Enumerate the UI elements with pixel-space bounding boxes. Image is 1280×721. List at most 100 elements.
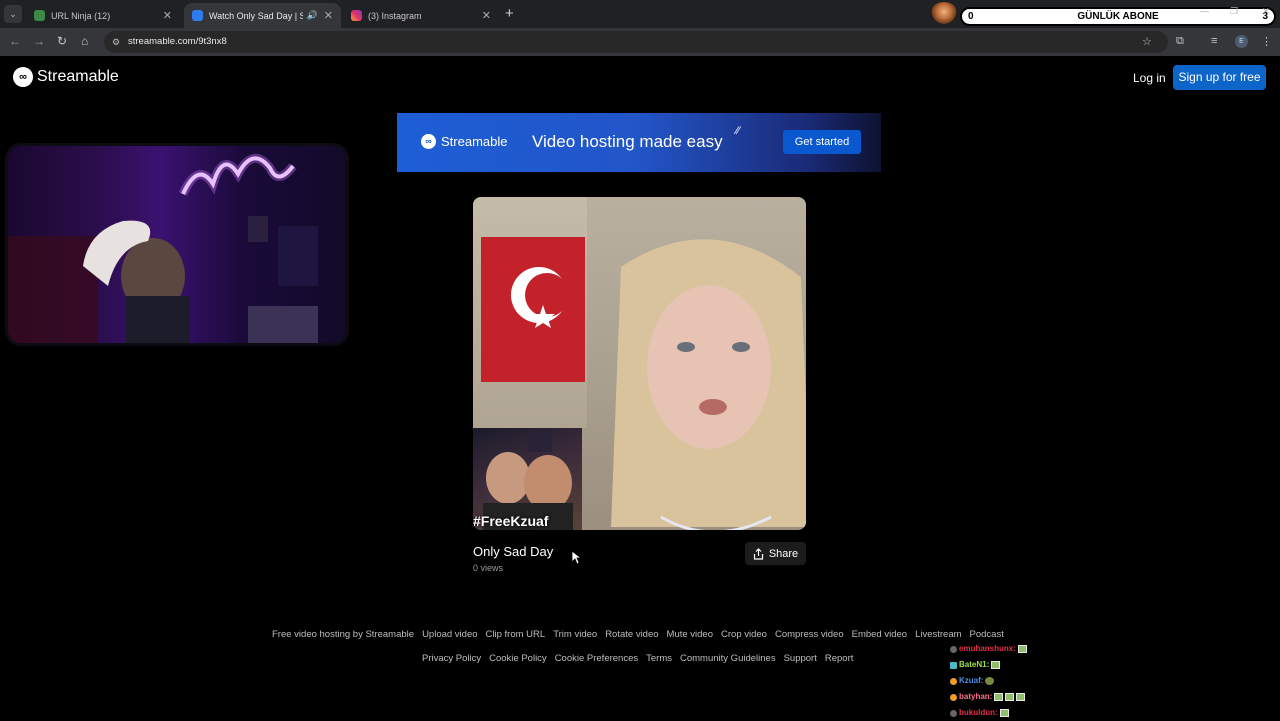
share-button[interactable]: Share	[745, 542, 806, 565]
menu-kebab-icon[interactable]: ⋮	[1261, 35, 1272, 48]
sparkle-icon: ⁄⁄	[736, 125, 740, 137]
goal-label: GÜNLÜK ABONE	[1077, 11, 1159, 22]
chat-username: BateN1:	[959, 660, 990, 669]
webcam-scene	[8, 154, 318, 343]
video-title: Only Sad Day	[473, 544, 554, 559]
profile-avatar[interactable]: E	[1235, 35, 1248, 48]
footer-link-support[interactable]: Support	[784, 653, 817, 664]
footer-link-upload[interactable]: Upload video	[422, 629, 477, 640]
banner-logo: ∞ Streamable	[421, 134, 507, 149]
footer-link-privacy[interactable]: Privacy Policy	[422, 653, 481, 664]
site-info-icon[interactable]: ⚙	[112, 37, 120, 48]
promo-banner[interactable]: ∞ Streamable Video hosting made easy ⁄⁄ …	[397, 113, 881, 172]
video-hashtag-text: #FreeKzuaf	[473, 513, 549, 529]
new-tab-button[interactable]: +	[505, 5, 514, 22]
streamer-webcam	[5, 143, 349, 346]
flag-crescent-icon	[511, 267, 569, 328]
chat-emote-icon	[1016, 693, 1026, 701]
chat-username: bukuldun:	[959, 708, 998, 717]
chat-emote-icon	[991, 661, 1001, 669]
login-link[interactable]: Log in	[1133, 71, 1166, 85]
footer-link-cookie-policy[interactable]: Cookie Policy	[489, 653, 547, 664]
chat-badge-icon	[950, 661, 957, 669]
chat-badge-icon	[950, 677, 957, 685]
share-label: Share	[768, 547, 799, 560]
streamable-icon	[192, 10, 203, 21]
footer-link-clip-url[interactable]: Clip from URL	[486, 629, 546, 640]
window-close-icon[interactable]: ✕	[1262, 6, 1270, 17]
footer-link-rotate[interactable]: Rotate video	[605, 629, 658, 640]
chat-badge-icon	[950, 645, 957, 653]
tab-search-chevron-icon[interactable]: ⌄	[4, 5, 22, 23]
instagram-icon	[351, 10, 362, 21]
streamable-logo-icon: ∞	[13, 67, 33, 87]
minimize-icon[interactable]: —	[1200, 6, 1209, 16]
footer-link-embed[interactable]: Embed video	[852, 629, 907, 640]
close-tab-icon[interactable]: ✕	[482, 9, 491, 22]
video-player[interactable]: #FreeKzuaf	[473, 197, 806, 530]
extensions-icon[interactable]: ⧉	[1176, 35, 1184, 48]
chat-username: batyhan:	[959, 692, 993, 701]
banner-brand: Streamable	[441, 134, 508, 149]
video-person-image	[611, 239, 806, 530]
chat-message: bukuldun:	[950, 705, 1070, 721]
chat-username: emuhanshunx:	[959, 644, 1016, 653]
close-tab-icon[interactable]: ✕	[324, 9, 333, 22]
stream-chat-overlay: emuhanshunx: BateN1: Kzuaf: batyhan: buk…	[950, 641, 1070, 721]
back-icon[interactable]: ←	[9, 34, 21, 48]
chat-message: emuhanshunx:	[950, 641, 1070, 657]
tab-title: URL Ninja (12)	[51, 10, 111, 21]
speaker-icon[interactable]: 🔊	[307, 10, 318, 21]
url-ninja-icon	[34, 10, 45, 21]
chat-badge-icon	[950, 693, 957, 701]
streamer-mascot-icon	[930, 2, 958, 26]
reload-icon[interactable]: ↻	[57, 34, 67, 48]
browser-toolbar: ← → ↻ ⌂ ⚙ streamable.com/9t3nx8 ☆ ⧉ ≡ ⋮	[0, 28, 1280, 56]
footer-links-primary: Free video hosting by Streamable Upload …	[272, 629, 1004, 640]
footer-link-podcast[interactable]: Podcast	[970, 629, 1004, 640]
signup-button[interactable]: Sign up for free	[1173, 65, 1266, 90]
browser-tab-strip: ⌄ URL Ninja (12) ✕ Watch Only Sad Day | …	[0, 0, 1280, 28]
footer-link-crop[interactable]: Crop video	[721, 629, 767, 640]
tab-streamable[interactable]: Watch Only Sad Day | Streamable 🔊 ✕	[184, 3, 341, 28]
chat-emote-icon	[994, 693, 1004, 701]
banner-tagline: Video hosting made easy	[532, 132, 723, 151]
chat-emote-icon	[1005, 693, 1015, 701]
restore-icon[interactable]: ❐	[1230, 6, 1238, 17]
url-text: streamable.com/9t3nx8	[128, 36, 227, 47]
footer-link-mute[interactable]: Mute video	[667, 629, 713, 640]
footer-link-trim[interactable]: Trim video	[553, 629, 597, 640]
footer-link-report[interactable]: Report	[825, 653, 854, 664]
address-bar[interactable]: ⚙ streamable.com/9t3nx8 ☆	[104, 31, 1168, 53]
video-views: 0 views	[473, 563, 504, 573]
close-tab-icon[interactable]: ✕	[163, 9, 172, 22]
bookmark-star-icon[interactable]: ☆	[1142, 35, 1152, 48]
brand-name: Streamable	[37, 68, 119, 85]
footer-link-cookie-preferences[interactable]: Cookie Preferences	[555, 653, 638, 664]
media-controls-icon[interactable]: ≡	[1211, 35, 1217, 47]
chat-message: batyhan:	[950, 689, 1070, 705]
turkish-flag-image	[481, 237, 585, 382]
footer-link-terms[interactable]: Terms	[646, 653, 672, 664]
tab-title: (3) Instagram	[368, 10, 422, 21]
tab-instagram[interactable]: (3) Instagram ✕	[343, 3, 499, 28]
footer-link-livestream[interactable]: Livestream	[915, 629, 961, 640]
get-started-button[interactable]: Get started	[783, 130, 861, 154]
streamable-logo-icon: ∞	[421, 134, 436, 149]
chat-badge-icon	[950, 709, 957, 717]
chat-username: Kzuaf:	[959, 676, 984, 685]
streamable-logo[interactable]: ∞ Streamable	[13, 67, 119, 87]
tab-url-ninja[interactable]: URL Ninja (12) ✕	[26, 3, 180, 28]
forward-icon[interactable]: →	[33, 34, 45, 48]
footer-link-free-hosting[interactable]: Free video hosting by Streamable	[272, 629, 414, 640]
share-icon	[753, 547, 763, 560]
footer-link-compress[interactable]: Compress video	[775, 629, 844, 640]
home-icon[interactable]: ⌂	[81, 34, 88, 48]
footer-link-community-guidelines[interactable]: Community Guidelines	[680, 653, 776, 664]
footer-links-legal: Privacy Policy Cookie Policy Cookie Pref…	[422, 653, 853, 664]
chat-emote-icon	[1017, 645, 1027, 653]
mouse-cursor-icon	[572, 551, 581, 565]
chat-message: Kzuaf:	[950, 673, 1070, 689]
chat-emote-icon	[999, 709, 1009, 717]
chat-emote-icon	[985, 677, 995, 685]
